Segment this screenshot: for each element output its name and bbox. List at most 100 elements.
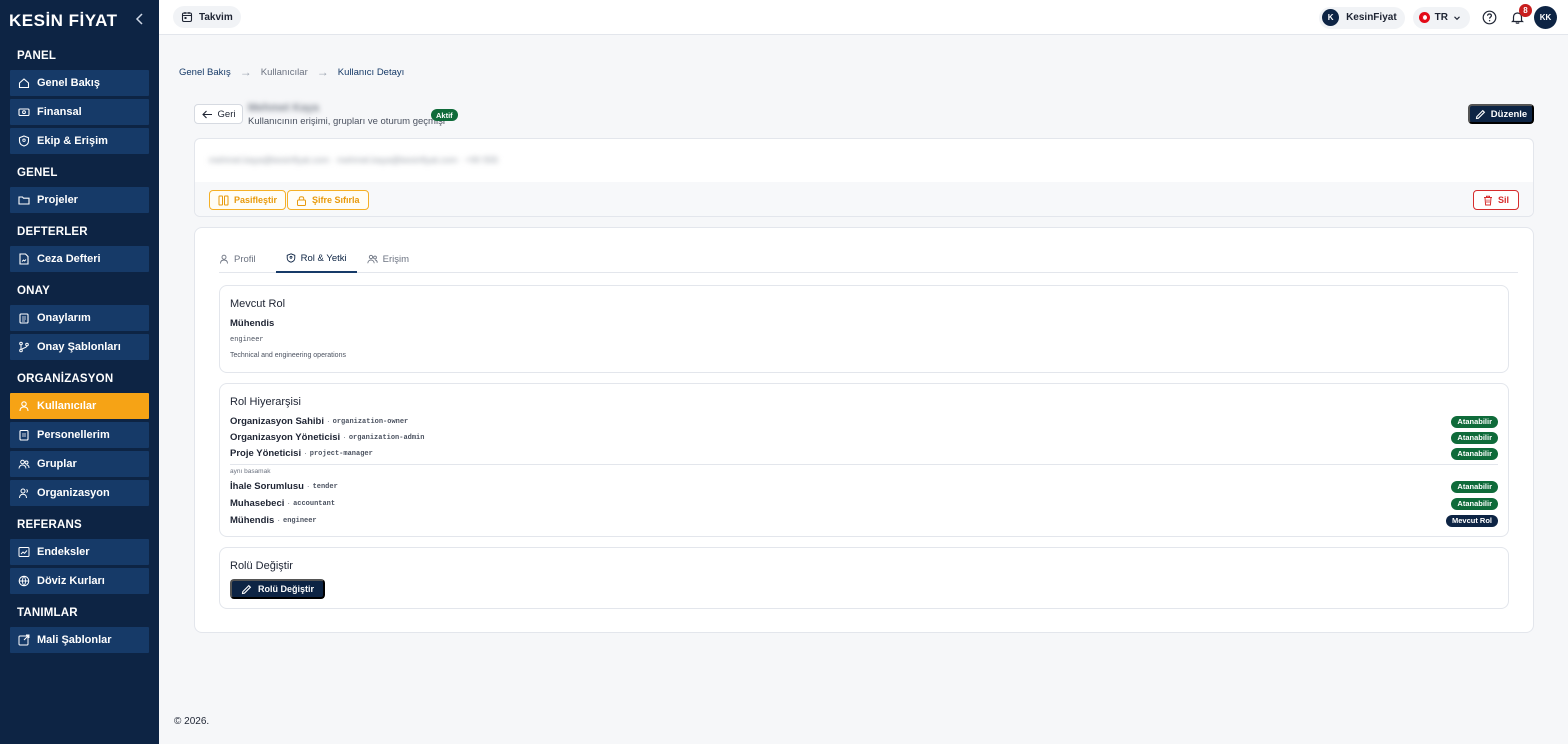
sidebar-item-ceza-defteri[interactable]: Ceza Defteri	[10, 246, 149, 272]
role-row: Proje Yöneticisi · project-manager Atanabi…	[230, 446, 1498, 461]
section-title-organizasyon: ORGANİZASYON	[17, 373, 114, 385]
change-role-label: Rolü Değiştir	[258, 584, 315, 594]
top-right-controls: K KesinFiyat TR 8 KK	[1319, 3, 1557, 29]
sidebar-item-kullanicilar[interactable]: Kullanıcılar	[10, 393, 149, 419]
sidebar-item-label: Endeksler	[37, 546, 90, 558]
help-icon	[1482, 10, 1496, 25]
chevron-down-icon	[1454, 15, 1460, 20]
current-role-title: Mevcut Rol	[230, 298, 286, 310]
breadcrumb-current: Kullanıcı Detayı	[337, 66, 405, 78]
deactivate-label: Pasifleştir	[234, 195, 278, 205]
section-title-genel: GENEL	[17, 167, 58, 179]
role-key: tender	[312, 482, 338, 491]
sidebar-item-label: Ceza Defteri	[37, 253, 101, 265]
arrow-right-icon: →	[239, 65, 252, 79]
breadcrumb-link-genel-bakis[interactable]: Genel Bakış	[179, 67, 231, 78]
organization-switcher[interactable]: K KesinFiyat	[1319, 6, 1405, 29]
sidebar-item-doviz-kurlari[interactable]: Döviz Kurları	[10, 568, 149, 594]
current-role-key: engineer	[230, 336, 264, 344]
assignable-badge: Atanabilir	[1451, 431, 1498, 444]
assignable-badge: Atanabilir	[1451, 447, 1498, 460]
role-row: Muhasebeci · accountant Atanabilir	[230, 496, 1498, 511]
reset-password-button[interactable]: Şifre Sıfırla	[287, 190, 369, 210]
sidebar-item-finansal[interactable]: Finansal	[10, 99, 149, 125]
notifications-button[interactable]: 8	[1508, 3, 1532, 27]
page-subtitle: Kullanıcının erişimi, grupları ve oturum…	[248, 116, 445, 127]
role-name: Mühendis	[230, 515, 275, 526]
sidebar-item-genel-bakis[interactable]: Genel Bakış	[10, 70, 149, 96]
wallet-icon	[18, 106, 30, 118]
breadcrumb-link-kullanicilar[interactable]: Kullanıcılar	[261, 67, 308, 78]
sidebar-item-label: Gruplar	[37, 458, 77, 470]
sidebar-item-label: Projeler	[37, 194, 78, 206]
language-switcher[interactable]: TR	[1412, 6, 1470, 29]
help-button[interactable]	[1480, 9, 1498, 27]
back-button[interactable]: Geri	[194, 104, 243, 124]
sidebar-item-gruplar[interactable]: Gruplar	[10, 451, 149, 477]
tab-rol-yetki[interactable]: Rol & Yetki	[275, 245, 357, 273]
sidebar-item-projeler[interactable]: Projeler	[10, 187, 149, 213]
calendar-icon	[181, 12, 193, 23]
org-avatar: K	[1322, 9, 1340, 26]
external-link-icon	[18, 634, 30, 646]
reset-password-label: Şifre Sıfırla	[312, 195, 360, 205]
assignable-badge: Atanabilir	[1451, 497, 1498, 510]
calendar-button[interactable]: Takvim	[173, 6, 241, 28]
clipboard-icon	[18, 312, 30, 324]
role-name: Proje Yöneticisi	[230, 448, 302, 459]
turkey-flag-icon	[1418, 12, 1430, 23]
pencil-icon	[1475, 109, 1485, 119]
sidebar-header: KESİN FİYAT	[0, 0, 159, 42]
sidebar-item-organizasyon[interactable]: Organizasyon	[10, 480, 149, 506]
change-role-button[interactable]: Rolü Değiştir	[230, 579, 326, 599]
collapse-sidebar-icon[interactable]	[135, 12, 145, 30]
sidebar-item-personellerim[interactable]: Personellerim	[10, 422, 149, 448]
sidebar-item-ekip-erisim[interactable]: Ekip & Erişim	[10, 128, 149, 154]
app-logo[interactable]: KESİN FİYAT	[9, 11, 117, 31]
sidebar-item-onay-sablonlari[interactable]: Onay Şablonları	[10, 334, 149, 360]
current-role-description: Technical and engineering operations	[230, 352, 346, 359]
user-name: Mehmet Kaya	[248, 102, 319, 114]
tab-erisim[interactable]: Erişim	[366, 245, 419, 273]
current-role-badge: Mevcut Rol	[1445, 514, 1498, 527]
section-title-referans: REFERANS	[17, 519, 82, 531]
footer-copyright: © 2026.	[174, 716, 210, 727]
user-info-card: mehmet.kaya@kesinfiyat.com · mehmet.kaya…	[194, 138, 1534, 217]
shield-user-icon	[18, 135, 30, 147]
role-key: organization-owner	[332, 417, 409, 426]
edit-label: Düzenle	[1490, 108, 1528, 120]
edit-button[interactable]: Düzenle	[1468, 104, 1534, 124]
role-row: Organizasyon Yöneticisi · organization-adm…	[230, 430, 1498, 445]
breadcrumb: Genel Bakış → Kullanıcılar → Kullanıcı D…	[179, 65, 404, 79]
role-hierarchy-title: Rol Hiyerarşisi	[230, 396, 301, 408]
sidebar-item-label: Kullanıcılar	[37, 400, 97, 412]
user-icon	[220, 254, 228, 264]
user-avatar[interactable]: KK	[1534, 6, 1557, 29]
trash-icon	[1483, 195, 1492, 205]
role-row: İhale Sorumlusu · tender Atanabilir	[230, 479, 1498, 494]
sidebar-item-label: Finansal	[37, 106, 82, 118]
tab-profil[interactable]: Profil	[219, 245, 266, 273]
change-role-panel: Rolü Değiştir Rolü Değiştir	[219, 547, 1509, 609]
id-card-icon	[18, 429, 30, 441]
users-icon	[18, 458, 30, 470]
role-name: Muhasebeci	[230, 498, 285, 509]
delete-button[interactable]: Sil	[1472, 190, 1519, 210]
section-title-defterler: DEFTERLER	[17, 226, 88, 238]
sidebar-item-endeksler[interactable]: Endeksler	[10, 539, 149, 565]
arrow-right-icon: →	[316, 65, 329, 79]
role-key: accountant	[293, 499, 336, 508]
status-badge: Aktif	[431, 109, 458, 121]
assignable-badge: Atanabilir	[1451, 415, 1498, 428]
sidebar-item-label: Onaylarım	[37, 312, 91, 324]
current-role-panel: Mevcut Rol Mühendis engineer Technical a…	[219, 285, 1509, 373]
sidebar-item-mali-sablonlar[interactable]: Mali Şablonlar	[10, 627, 149, 653]
pencil-icon	[241, 584, 252, 594]
git-branch-icon	[18, 341, 30, 353]
arrow-left-icon	[201, 110, 212, 118]
sidebar-item-label: Organizasyon	[37, 487, 110, 499]
users-icon	[366, 254, 378, 264]
language-code: TR	[1434, 12, 1448, 23]
sidebar-item-onaylarim[interactable]: Onaylarım	[10, 305, 149, 331]
deactivate-button[interactable]: Pasifleştir	[209, 190, 287, 210]
